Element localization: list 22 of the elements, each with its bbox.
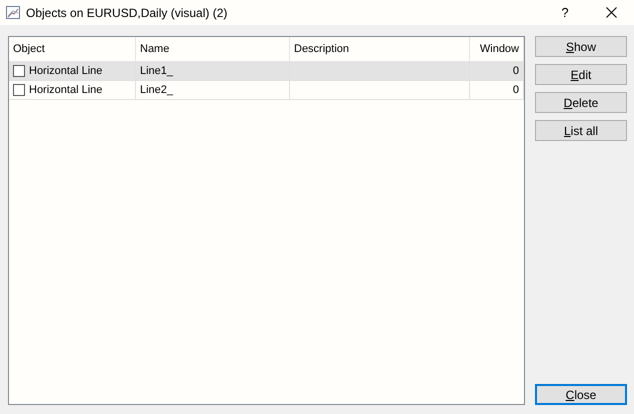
column-header[interactable]: Description: [290, 37, 470, 61]
action-button[interactable]: Show: [535, 36, 627, 57]
table-cell-text: 0: [512, 82, 519, 98]
table-cell-text: Line2_: [140, 82, 174, 98]
checkbox[interactable]: [13, 65, 25, 77]
close-button[interactable]: Close: [535, 384, 627, 405]
table-cell-text: Horizontal Line: [29, 64, 102, 79]
checkbox[interactable]: [13, 84, 25, 96]
table-row[interactable]: Horizontal Line Line1_ 0: [9, 62, 524, 81]
column-header[interactable]: Object: [9, 37, 136, 61]
action-button[interactable]: Delete: [535, 92, 627, 113]
window-title: Objects on EURUSD,Daily (visual) (2): [26, 4, 228, 22]
column-header[interactable]: Name: [136, 37, 290, 61]
action-button[interactable]: Edit: [535, 64, 627, 85]
table-cell-text: Horizontal Line: [29, 82, 102, 98]
chart-icon: [6, 6, 20, 19]
table-cell-text: 0: [512, 64, 519, 79]
action-button[interactable]: List all: [535, 120, 627, 141]
table-row[interactable]: Horizontal Line Line2_ 0: [9, 81, 524, 100]
help-button[interactable]: ?: [542, 0, 588, 25]
column-header[interactable]: Window: [470, 37, 524, 61]
table-cell-text: Line1_: [140, 64, 174, 79]
